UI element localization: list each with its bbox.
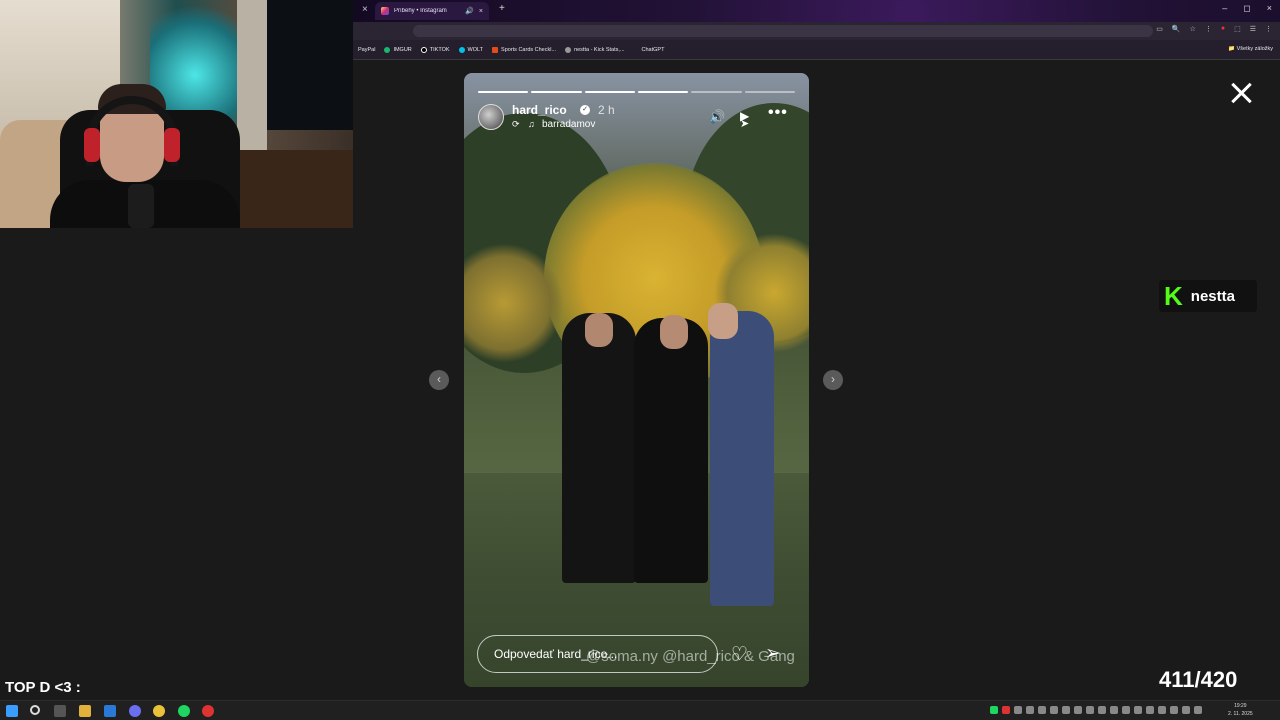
tray-icon[interactable] bbox=[1098, 706, 1106, 714]
tab-search-icon[interactable]: × bbox=[362, 4, 368, 15]
bookmark-wolt[interactable]: WOLT bbox=[458, 46, 483, 53]
tab-instagram-stories[interactable]: Príbehy • Instagram 🔊 × bbox=[375, 2, 489, 20]
progress-segment bbox=[584, 91, 635, 93]
tray-icon[interactable] bbox=[1122, 706, 1130, 714]
tray-icon[interactable] bbox=[1110, 706, 1118, 714]
imgur-icon bbox=[384, 46, 391, 53]
progress-segment bbox=[531, 91, 582, 93]
story-photo bbox=[464, 73, 809, 687]
spotify-icon[interactable] bbox=[178, 705, 190, 717]
obs-icon[interactable] bbox=[202, 705, 214, 717]
discord-icon[interactable] bbox=[129, 705, 141, 717]
audio-icon: ♫ bbox=[528, 119, 535, 129]
start-icon[interactable] bbox=[6, 705, 18, 717]
story-mention-text: @soma.ny @hard_rico & Gang bbox=[586, 648, 795, 665]
bookmark-sports-cards[interactable]: Sports Cards Checkl... bbox=[492, 46, 556, 53]
bookmark-tiktok[interactable]: TIKTOK bbox=[420, 46, 450, 53]
chevron-left-icon[interactable]: ‹ bbox=[429, 370, 449, 390]
extension-icon[interactable]: ⋮ bbox=[1205, 25, 1212, 33]
file-explorer-icon[interactable] bbox=[79, 705, 91, 717]
extensions-puzzle-icon[interactable]: ⬚ bbox=[1234, 25, 1241, 33]
tray-icon[interactable] bbox=[990, 706, 998, 714]
tray-icon[interactable] bbox=[1158, 706, 1166, 714]
system-tray bbox=[990, 706, 1202, 714]
tray-icon[interactable] bbox=[1074, 706, 1082, 714]
bookmark-star-icon[interactable]: ☆ bbox=[1190, 25, 1196, 33]
volume-icon[interactable]: 🔊 bbox=[709, 109, 725, 125]
globe-icon bbox=[565, 46, 572, 53]
tray-icon[interactable] bbox=[1014, 706, 1022, 714]
tray-icon[interactable] bbox=[1194, 706, 1202, 714]
tray-icon[interactable] bbox=[1050, 706, 1058, 714]
search-icon[interactable] bbox=[30, 705, 40, 715]
browser-tab-bar: × Príbehy • Instagram 🔊 × + – ◻ × bbox=[353, 0, 1280, 22]
goal-counter: 411/420 bbox=[1159, 667, 1238, 692]
verified-icon: ✓ bbox=[580, 105, 590, 115]
zoom-icon[interactable]: 🔍 bbox=[1172, 25, 1181, 33]
username[interactable]: hard_rico bbox=[512, 103, 567, 117]
browser-menu-icon[interactable]: ⋮ bbox=[1265, 25, 1272, 33]
bookmark-imgur[interactable]: IMGUR bbox=[384, 46, 412, 53]
story-card[interactable]: hard_rico ✓ 2 h ⟳ ♫ barradamov 🔊 ▶ ••• bbox=[464, 73, 809, 687]
heart-icon[interactable]: ♡ bbox=[731, 643, 748, 666]
reading-list-icon[interactable]: ☰ bbox=[1250, 25, 1256, 33]
time-ago: 2 h bbox=[598, 103, 615, 117]
tray-icon[interactable] bbox=[1170, 706, 1178, 714]
window-close-button[interactable]: × bbox=[1267, 3, 1272, 14]
tray-icon[interactable] bbox=[1086, 706, 1094, 714]
top-donation-label: TOP D <3 : bbox=[5, 679, 81, 696]
tray-icon[interactable] bbox=[1002, 706, 1010, 714]
kick-logo: K bbox=[1164, 281, 1183, 311]
new-tab-button[interactable]: + bbox=[499, 3, 505, 14]
tray-icon[interactable] bbox=[1038, 706, 1046, 714]
minimize-button[interactable]: – bbox=[1222, 3, 1227, 14]
progress-segment bbox=[691, 91, 742, 93]
tab-close-icon[interactable]: × bbox=[479, 8, 483, 15]
send-icon[interactable]: ➢ bbox=[765, 642, 781, 665]
tray-icon[interactable] bbox=[1062, 706, 1070, 714]
repost-icon: ⟳ bbox=[512, 119, 520, 129]
record-icon[interactable]: ● bbox=[1221, 25, 1225, 33]
tiktok-icon bbox=[420, 46, 427, 53]
tray-icon[interactable] bbox=[1182, 706, 1190, 714]
instagram-icon bbox=[381, 7, 389, 15]
close-icon[interactable] bbox=[1228, 80, 1254, 106]
speaker-icon[interactable]: 🔊 bbox=[465, 7, 474, 15]
url-input[interactable] bbox=[413, 25, 1153, 37]
kick-badge: K nestta bbox=[1159, 280, 1257, 312]
repost-username[interactable]: barradamov bbox=[542, 119, 595, 130]
bookmarks-bar: PayPal IMGUR TIKTOK WOLT Sports Cards Ch… bbox=[353, 40, 1280, 60]
bookmark-chatgpt[interactable]: ChatGPT bbox=[642, 47, 665, 53]
tray-icon[interactable] bbox=[1026, 706, 1034, 714]
all-bookmarks[interactable]: 📁 Všetky záložky bbox=[1228, 46, 1273, 52]
bookmark-paypal[interactable]: PayPal bbox=[358, 47, 375, 53]
kick-channel-name: nestta bbox=[1190, 287, 1235, 305]
progress-segment bbox=[478, 91, 529, 93]
tab-title: Príbehy • Instagram bbox=[394, 8, 447, 14]
task-view-icon[interactable] bbox=[54, 705, 66, 717]
tray-icon[interactable] bbox=[1134, 706, 1142, 714]
cast-icon[interactable]: ▭ bbox=[1156, 25, 1163, 33]
bookmark-nestta-kick[interactable]: nestta - Kick Stats,... bbox=[565, 46, 625, 53]
chevron-right-icon[interactable]: › bbox=[823, 370, 843, 390]
more-icon[interactable]: ••• bbox=[768, 104, 788, 122]
store-icon[interactable] bbox=[104, 705, 116, 717]
windows-taskbar: 19:29 2. 11. 2025 bbox=[0, 700, 1280, 720]
story-progress bbox=[478, 91, 795, 93]
tray-icon[interactable] bbox=[1146, 706, 1154, 714]
address-bar: ▭ 🔍 ☆ ⋮ ● ⬚ ☰ ⋮ bbox=[353, 22, 1280, 40]
progress-segment bbox=[637, 91, 689, 93]
progress-segment bbox=[744, 91, 795, 93]
mouse-cursor-icon: ➤ bbox=[740, 118, 750, 130]
chrome-icon[interactable] bbox=[153, 705, 165, 717]
webcam-feed bbox=[0, 0, 353, 228]
avatar[interactable] bbox=[478, 104, 504, 130]
clock[interactable]: 19:29 2. 11. 2025 bbox=[1228, 702, 1253, 718]
maximize-button[interactable]: ◻ bbox=[1243, 3, 1250, 14]
sports-cards-icon bbox=[492, 46, 499, 53]
wolt-icon bbox=[458, 46, 465, 53]
